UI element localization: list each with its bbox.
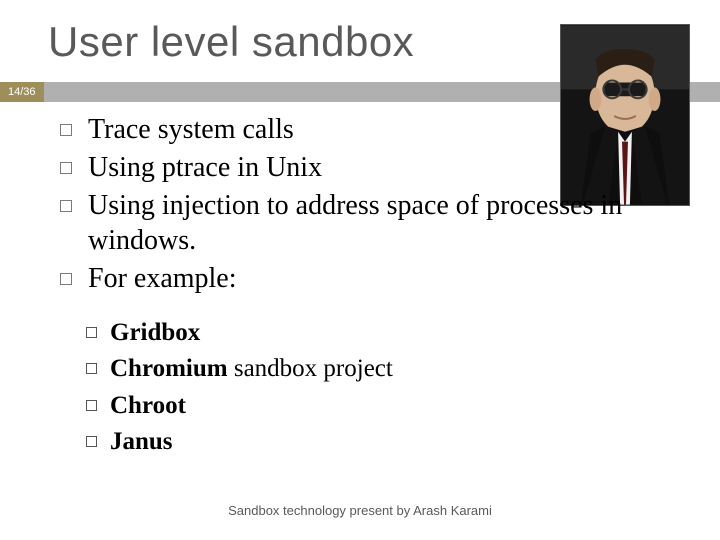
list-item: Using ptrace in Unix bbox=[52, 150, 680, 186]
list-item: For example: bbox=[52, 261, 680, 297]
list-item: Janus bbox=[86, 424, 680, 460]
bullet-list: Trace system calls Using ptrace in Unix … bbox=[52, 112, 680, 297]
sub-bullet-list: Gridbox Chromium sandbox project Chroot … bbox=[86, 315, 680, 460]
list-item: Using injection to address space of proc… bbox=[52, 188, 680, 260]
content-area: Trace system calls Using ptrace in Unix … bbox=[0, 102, 720, 460]
sub-item-bold: Chroot bbox=[110, 392, 186, 419]
sub-item-bold: Gridbox bbox=[110, 319, 200, 346]
sub-item-bold: Janus bbox=[110, 428, 173, 455]
sub-item-tail: sandbox project bbox=[228, 355, 393, 382]
page-number-badge: 14/36 bbox=[0, 82, 44, 102]
list-item: Trace system calls bbox=[52, 112, 680, 148]
slide-footer: Sandbox technology present by Arash Kara… bbox=[0, 503, 720, 518]
list-item: Chroot bbox=[86, 388, 680, 424]
sub-item-bold: Chromium bbox=[110, 355, 228, 382]
list-item: Chromium sandbox project bbox=[86, 351, 680, 387]
list-item: Gridbox bbox=[86, 315, 680, 351]
